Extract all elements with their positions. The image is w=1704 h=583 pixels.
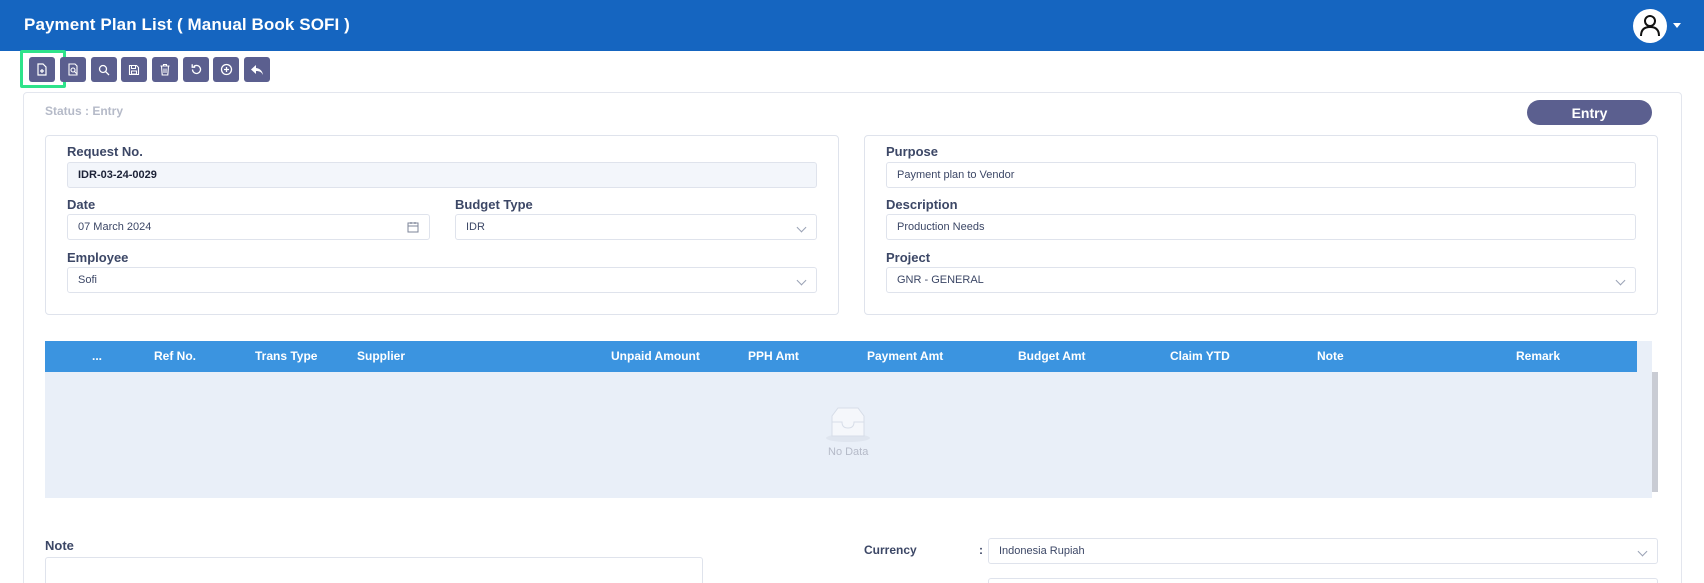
file-plus-icon <box>37 63 47 76</box>
status-badge: Entry <box>1527 100 1652 125</box>
back-button[interactable] <box>244 57 270 82</box>
currency-label: Currency <box>864 543 917 557</box>
employee-value: Sofi <box>78 274 97 286</box>
purpose-value: Payment plan to Vendor <box>897 169 1015 181</box>
page-title: Payment Plan List ( Manual Book SOFI ) <box>24 15 350 34</box>
file-search-icon <box>68 63 78 76</box>
column-header-claim-ytd[interactable]: Claim YTD <box>1170 341 1230 372</box>
table-header: ... Ref No. Trans Type Supplier Unpaid A… <box>45 341 1637 372</box>
currency-colon: : <box>979 543 983 557</box>
app-header: Payment Plan List ( Manual Book SOFI ) <box>0 0 1704 51</box>
delete-button[interactable] <box>152 57 178 82</box>
request-no-value: IDR-03-24-0029 <box>78 169 157 181</box>
currency-select[interactable]: Indonesia Rupiah <box>988 538 1658 564</box>
budget-type-select[interactable]: IDR <box>455 214 817 240</box>
currency-value: Indonesia Rupiah <box>999 545 1085 557</box>
employee-select[interactable]: Sofi <box>67 267 817 293</box>
column-header-trans-type[interactable]: Trans Type <box>255 341 317 372</box>
search-button[interactable] <box>91 57 117 82</box>
empty-inbox-icon <box>826 407 870 442</box>
status-text: Status : Entry <box>45 104 124 118</box>
chevron-down-icon <box>796 222 807 233</box>
plus-circle-icon <box>220 63 232 76</box>
chevron-down-icon <box>796 275 807 286</box>
budget-type-label: Budget Type <box>455 197 533 212</box>
column-header-payment-amt[interactable]: Payment Amt <box>867 341 943 372</box>
note-label: Note <box>45 538 74 553</box>
preview-button[interactable] <box>60 57 86 82</box>
purpose-field[interactable]: Payment plan to Vendor <box>886 162 1636 188</box>
empty-table-text: No Data <box>828 446 869 458</box>
description-field[interactable]: Production Needs <box>886 214 1636 240</box>
column-header-ref-no[interactable]: Ref No. <box>154 341 196 372</box>
chevron-down-icon <box>1615 275 1626 286</box>
calendar-icon[interactable] <box>407 221 419 233</box>
column-header-remark[interactable]: Remark <box>1516 341 1560 372</box>
column-header-pph-amt[interactable]: PPH Amt <box>748 341 799 372</box>
save-button[interactable] <box>121 57 147 82</box>
user-icon <box>1640 15 1660 37</box>
trash-icon <box>160 63 170 76</box>
description-label: Description <box>886 197 958 212</box>
purpose-label: Purpose <box>886 144 939 159</box>
employee-label: Employee <box>67 250 129 265</box>
secondary-footer-field[interactable] <box>988 578 1658 583</box>
project-label: Project <box>886 250 931 265</box>
budget-type-value: IDR <box>466 221 485 233</box>
date-field[interactable]: 07 March 2024 <box>67 214 430 240</box>
chevron-down-icon <box>1637 546 1648 557</box>
user-avatar[interactable] <box>1633 9 1667 43</box>
user-menu-caret-icon[interactable] <box>1673 23 1681 28</box>
date-value: 07 March 2024 <box>78 221 152 233</box>
column-header-note[interactable]: Note <box>1317 341 1344 372</box>
refresh-icon <box>191 64 201 75</box>
column-header-actions[interactable]: ... <box>92 341 102 372</box>
new-document-button[interactable] <box>29 57 55 82</box>
project-select[interactable]: GNR - GENERAL <box>886 267 1636 293</box>
column-header-unpaid-amount[interactable]: Unpaid Amount <box>611 341 700 372</box>
table-header-spacer <box>1637 341 1652 372</box>
reply-icon <box>251 64 263 75</box>
description-value: Production Needs <box>897 221 985 233</box>
search-icon <box>98 64 110 75</box>
column-header-budget-amt[interactable]: Budget Amt <box>1018 341 1086 372</box>
column-header-supplier[interactable]: Supplier <box>357 341 405 372</box>
note-textarea[interactable] <box>45 557 703 583</box>
request-no-label: Request No. <box>67 144 143 159</box>
request-no-field: IDR-03-24-0029 <box>67 162 817 188</box>
table-scrollbar[interactable] <box>1652 372 1658 492</box>
project-value: GNR - GENERAL <box>897 274 984 286</box>
save-icon <box>128 64 140 75</box>
refresh-button[interactable] <box>183 57 209 82</box>
date-label: Date <box>67 197 96 212</box>
add-button[interactable] <box>213 57 239 82</box>
